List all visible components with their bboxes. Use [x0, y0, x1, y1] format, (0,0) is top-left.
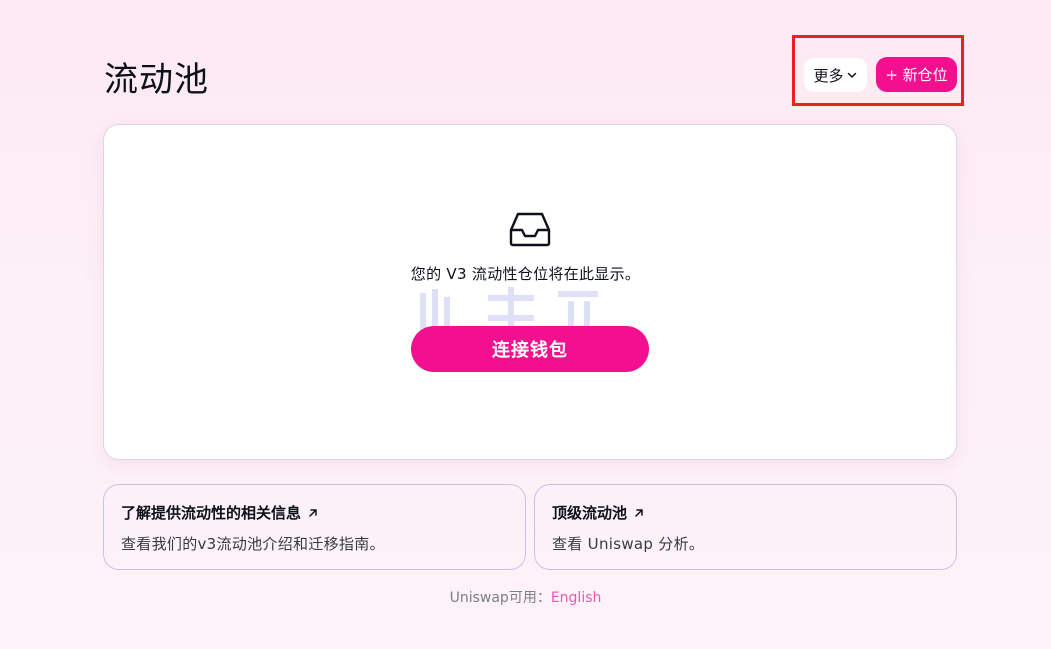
- empty-state-message: 您的 V3 流动性仓位将在此显示。: [410, 265, 641, 283]
- chevron-down-icon: [847, 72, 856, 78]
- top-pools-card[interactable]: 顶级流动池 查看 Uniswap 分析。: [534, 484, 957, 570]
- language-link-english[interactable]: English: [551, 590, 602, 606]
- positions-card: [103, 124, 957, 460]
- connect-wallet-label: 连接钱包: [492, 340, 568, 361]
- footer-available-text: Uniswap可用：: [449, 590, 551, 606]
- inbox-icon: [509, 212, 551, 247]
- more-button[interactable]: 更多: [804, 58, 867, 92]
- learn-liquidity-title-row: 了解提供流动性的相关信息: [121, 502, 319, 523]
- new-position-label: + 新仓位: [885, 66, 948, 84]
- page-title: 流动池: [104, 60, 209, 100]
- learn-liquidity-card[interactable]: 了解提供流动性的相关信息 查看我们的v3流动池介绍和迁移指南。: [103, 484, 526, 570]
- learn-liquidity-title: 了解提供流动性的相关信息: [121, 504, 302, 522]
- arrow-up-right-icon: [635, 508, 643, 517]
- arrow-up-right-icon: [309, 508, 317, 517]
- new-position-button[interactable]: + 新仓位: [876, 57, 957, 92]
- top-pools-title: 顶级流动池: [552, 504, 628, 522]
- more-button-label: 更多: [813, 66, 844, 85]
- connect-wallet-button[interactable]: 连接钱包: [411, 326, 649, 372]
- top-pools-title-row: 顶级流动池: [552, 502, 645, 523]
- learn-liquidity-description: 查看我们的v3流动池介绍和迁移指南。: [121, 535, 385, 553]
- top-pools-description: 查看 Uniswap 分析。: [552, 535, 705, 553]
- footer: Uniswap可用：English: [0, 587, 1051, 607]
